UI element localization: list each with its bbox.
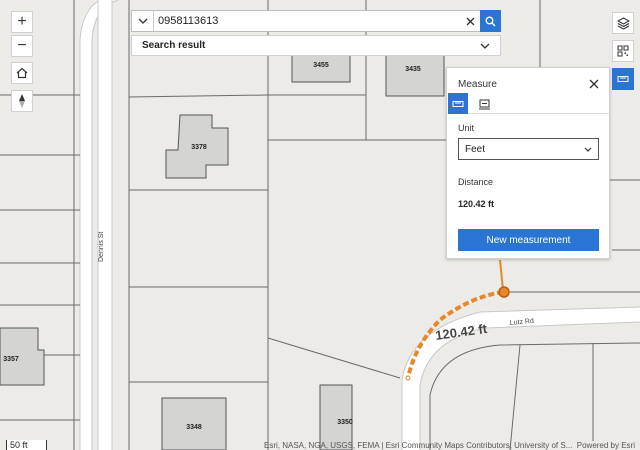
clear-search-button[interactable]	[460, 17, 480, 26]
ruler-icon	[452, 100, 464, 107]
parcel-label: 3357	[3, 356, 19, 363]
parcel-label: 3455	[313, 62, 329, 69]
ruler-icon	[617, 76, 629, 82]
chevron-down-icon	[584, 147, 592, 152]
street-label-dennis: Dennis St	[98, 232, 105, 262]
attribution-text: Esri, NASA, NGA, USGS, FEMA | Esri Commu…	[264, 441, 573, 450]
close-icon[interactable]	[589, 79, 599, 89]
panel-title: Measure	[458, 78, 497, 90]
tab-distance[interactable]	[448, 93, 468, 114]
distance-label: Distance	[458, 177, 494, 187]
close-icon	[466, 17, 474, 25]
chevron-down-icon	[138, 18, 147, 24]
layers-button[interactable]	[612, 12, 634, 34]
qr-icon	[617, 45, 629, 57]
qr-button[interactable]	[612, 40, 634, 62]
unit-label: Unit	[458, 123, 475, 133]
search-result-label: Search result	[142, 40, 206, 51]
chevron-down-icon	[480, 43, 490, 49]
search-icon	[485, 16, 496, 27]
compass-button[interactable]	[11, 90, 33, 112]
distance-value: 120.42 ft	[458, 199, 495, 209]
search-button[interactable]	[480, 10, 501, 32]
attribution: Esri, NASA, NGA, USGS, FEMA | Esri Commu…	[264, 441, 640, 450]
parcel-label: 3348	[186, 424, 202, 431]
search-source-dropdown[interactable]	[132, 11, 154, 31]
compass-icon	[19, 94, 25, 108]
unit-select-value: Feet	[465, 143, 486, 155]
zoom-out-button[interactable]: −	[11, 35, 33, 57]
scale-bar: 50 ft	[6, 440, 47, 450]
measure-button[interactable]	[612, 68, 634, 90]
parcel-label: 3350	[337, 419, 353, 426]
area-icon	[478, 99, 490, 109]
new-measurement-button[interactable]: New measurement	[458, 229, 599, 251]
home-button[interactable]	[11, 62, 33, 84]
measure-panel: Measure Unit Feet Distance 120.42 ft New…	[446, 67, 610, 259]
parcel-label: 3378	[191, 144, 207, 151]
zoom-in-button[interactable]: +	[11, 11, 33, 33]
layers-icon	[616, 16, 630, 30]
powered-by-label[interactable]: Powered by Esri	[572, 441, 635, 450]
search-input[interactable]	[154, 11, 460, 31]
search-bar	[131, 10, 501, 32]
unit-select[interactable]: Feet	[458, 138, 599, 160]
search-result-dropdown[interactable]: Search result	[131, 35, 501, 56]
tab-area[interactable]	[468, 93, 500, 114]
parcel-label: 3435	[405, 66, 421, 73]
home-icon	[16, 67, 28, 79]
